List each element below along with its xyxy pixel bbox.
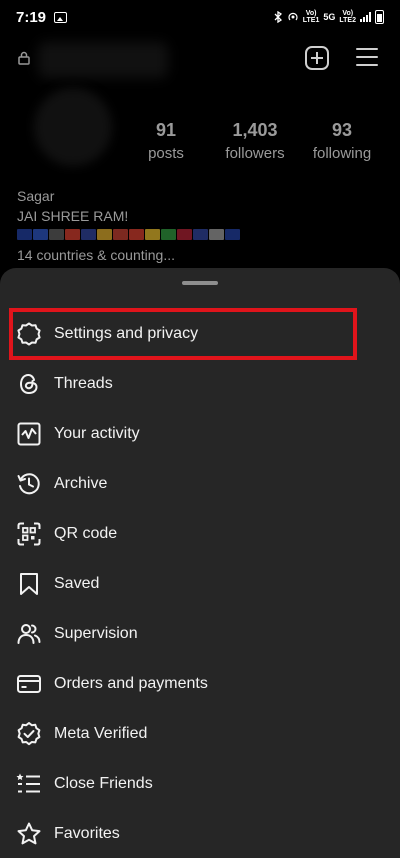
status-time: 7:19 xyxy=(16,8,47,26)
highlight-box xyxy=(9,308,357,360)
card-icon xyxy=(17,675,41,693)
stat-label: posts xyxy=(148,145,184,162)
menu-item-qr-code[interactable]: QR code xyxy=(0,509,400,559)
stat-posts[interactable]: 91 posts xyxy=(140,120,192,162)
menu-item-label: Supervision xyxy=(54,625,138,642)
username-blurred[interactable] xyxy=(38,42,168,78)
stat-value: 1,403 xyxy=(232,120,278,140)
close-friends-icon xyxy=(16,773,40,793)
menu-item-saved[interactable]: Saved xyxy=(0,559,400,609)
menu-item-favorites[interactable]: Favorites xyxy=(0,809,400,858)
hotspot-icon xyxy=(288,12,298,21)
profile-name: Sagar xyxy=(17,188,55,204)
gallery-notification-icon xyxy=(54,11,68,23)
menu-item-label: Threads xyxy=(54,375,113,392)
sheet-drag-handle[interactable] xyxy=(182,281,218,285)
profile-avatar[interactable] xyxy=(34,88,112,166)
lock-icon xyxy=(18,51,30,65)
profile-header xyxy=(0,40,400,78)
menu-item-supervision[interactable]: Supervision xyxy=(0,609,400,659)
network-5g-label: 5G xyxy=(323,11,336,22)
archive-icon xyxy=(17,473,40,495)
menu-item-label: Close Friends xyxy=(54,775,153,792)
sim1-label: Vo) LTE1 xyxy=(302,10,320,24)
profile-countries-line: 14 countries & counting... xyxy=(17,247,175,263)
stat-value: 93 xyxy=(331,120,353,140)
verified-badge-icon xyxy=(17,722,41,746)
create-button[interactable] xyxy=(305,46,329,70)
menu-item-archive[interactable]: Archive xyxy=(0,459,400,509)
supervision-icon xyxy=(17,624,41,644)
activity-icon xyxy=(17,422,41,446)
menu-item-threads[interactable]: Threads xyxy=(0,359,400,409)
stat-label: following xyxy=(312,145,372,162)
star-icon xyxy=(17,822,41,845)
status-indicators: Vo) LTE1 5G Vo) LTE2 xyxy=(273,10,384,24)
profile-bio: Sagar JAI SHREE RAM! 14 countries & coun… xyxy=(17,186,240,265)
menu-item-close-friends[interactable]: Close Friends xyxy=(0,759,400,809)
profile-menu-sheet: Settings and privacy Threads Your activi… xyxy=(0,268,400,858)
menu-item-label: Your activity xyxy=(54,425,140,442)
status-bar: 7:19 Vo) LTE1 5G Vo) LTE2 xyxy=(0,0,400,34)
menu-item-label: QR code xyxy=(54,525,118,542)
menu-item-label: Saved xyxy=(54,575,100,592)
menu-item-meta-verified[interactable]: Meta Verified xyxy=(0,709,400,759)
bookmark-icon xyxy=(20,573,38,595)
sim2-label: Vo) LTE2 xyxy=(339,10,356,24)
menu-item-orders-and-payments[interactable]: Orders and payments xyxy=(0,659,400,709)
stat-following[interactable]: 93 following xyxy=(308,120,376,162)
bluetooth-icon xyxy=(274,11,282,23)
flag-emoji-row xyxy=(17,229,240,241)
menu-item-your-activity[interactable]: Your activity xyxy=(0,409,400,459)
qr-code-icon xyxy=(17,522,41,546)
menu-item-label: Archive xyxy=(54,475,108,492)
stat-followers[interactable]: 1,403 followers xyxy=(222,120,288,162)
menu-item-label: Favorites xyxy=(54,825,120,842)
profile-tagline: JAI SHREE RAM! xyxy=(17,208,129,224)
menu-item-label: Orders and payments xyxy=(54,675,208,692)
stat-label: followers xyxy=(225,145,285,162)
stat-value: 91 xyxy=(155,120,177,140)
menu-item-label: Meta Verified xyxy=(54,725,148,742)
signal-icon xyxy=(360,12,371,22)
battery-icon xyxy=(375,10,384,24)
threads-icon xyxy=(19,373,38,395)
hamburger-menu-button[interactable] xyxy=(356,48,378,68)
